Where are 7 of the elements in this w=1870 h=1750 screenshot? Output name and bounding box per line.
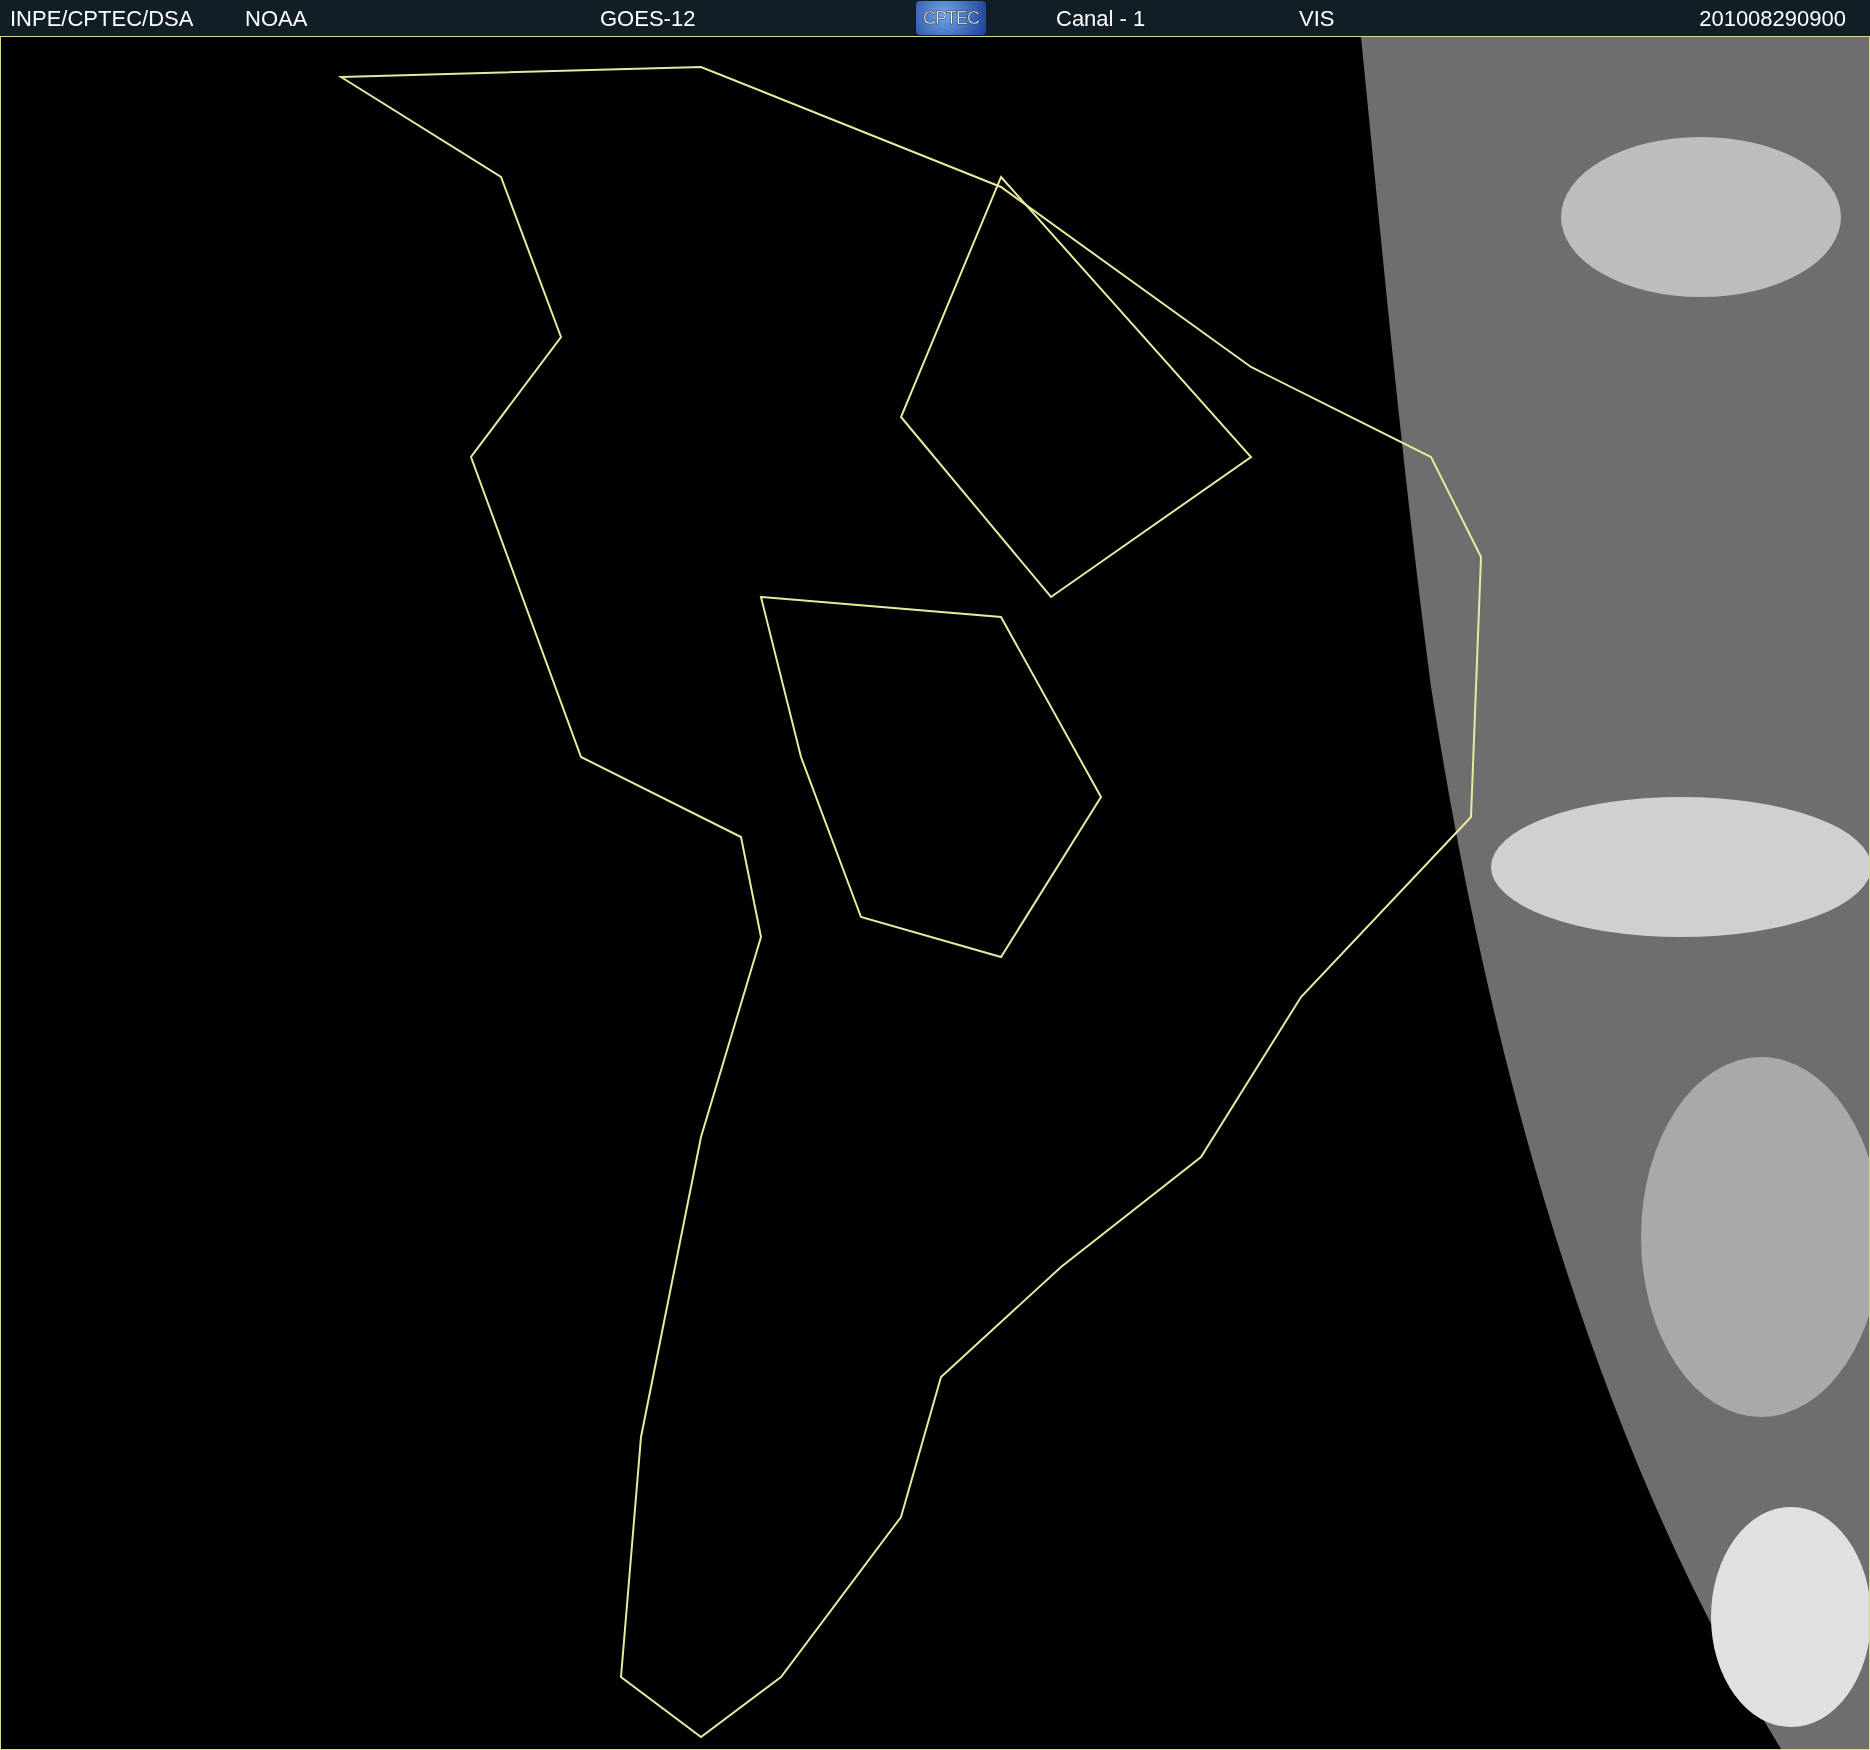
logo: CPTEC xyxy=(916,1,986,35)
header-label: NOAA xyxy=(245,4,309,33)
header-label: GOES-12 xyxy=(600,4,697,33)
header-label: Canal - 1 xyxy=(1056,4,1147,33)
header-label: 201008290900 xyxy=(1699,4,1847,33)
header-label: VIS xyxy=(1299,4,1336,33)
header-label: INPE/CPTEC/DSA xyxy=(10,4,195,33)
